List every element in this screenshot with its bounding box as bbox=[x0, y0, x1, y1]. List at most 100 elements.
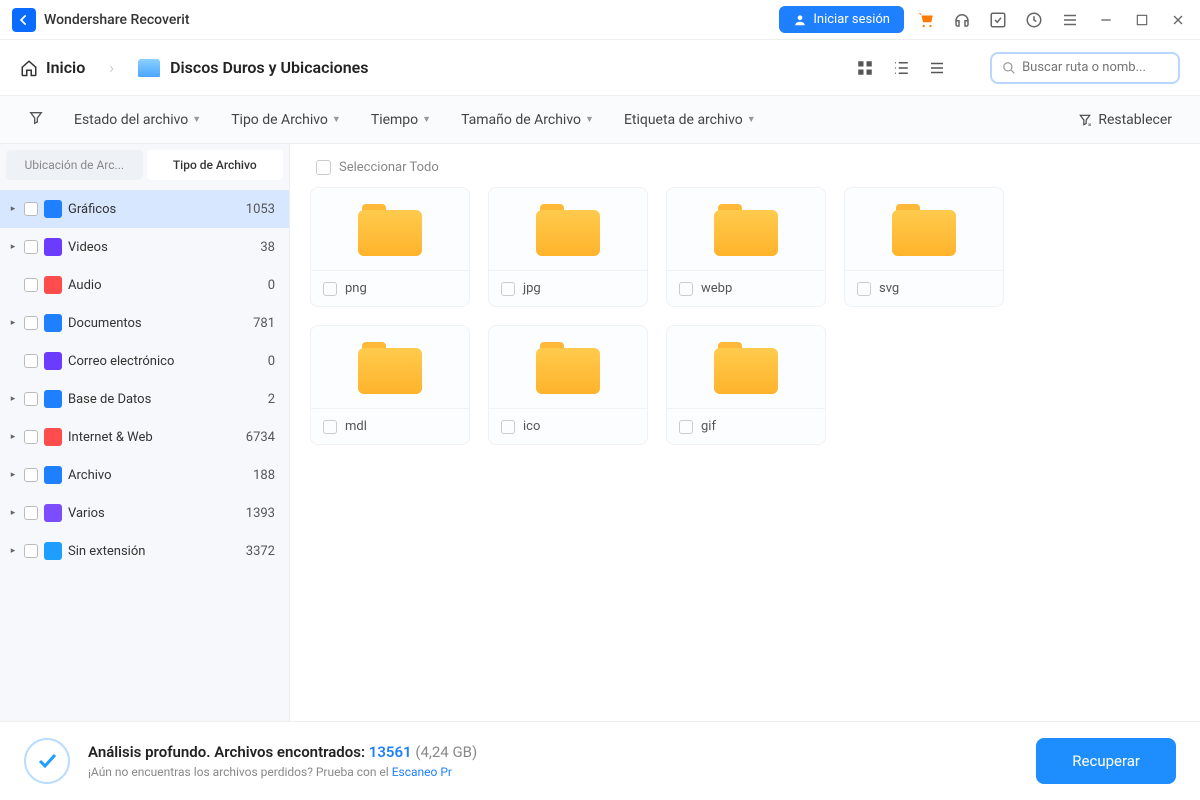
tab-location[interactable]: Ubicación de Arc... bbox=[6, 150, 143, 180]
category-icon bbox=[44, 390, 62, 408]
main: Ubicación de Arc... Tipo de Archivo ▸Grá… bbox=[0, 144, 1200, 721]
nav-divider-icon: › bbox=[109, 58, 114, 77]
folder-card[interactable]: svg bbox=[844, 187, 1004, 307]
category-item[interactable]: ▸Videos38 bbox=[0, 228, 289, 266]
checkbox-icon[interactable] bbox=[501, 282, 515, 296]
category-icon bbox=[44, 542, 62, 560]
chevron-down-icon: ▼ bbox=[422, 114, 431, 125]
checkbox-icon[interactable] bbox=[24, 354, 38, 368]
filter-type[interactable]: Tipo de Archivo▼ bbox=[231, 112, 341, 128]
search-box[interactable] bbox=[990, 52, 1180, 84]
category-icon bbox=[44, 466, 62, 484]
content-area: Seleccionar Todo png jpg webp svg mdl ico gif bbox=[290, 144, 1200, 721]
checkbox-icon[interactable] bbox=[24, 316, 38, 330]
folder-name: webp bbox=[701, 281, 732, 296]
category-item[interactable]: ▸Internet & Web6734 bbox=[0, 418, 289, 456]
category-label: Sin extensión bbox=[68, 544, 240, 559]
filter-time[interactable]: Tiempo▼ bbox=[371, 112, 431, 128]
checkbox-icon[interactable] bbox=[24, 240, 38, 254]
category-item[interactable]: ▸Base de Datos2 bbox=[0, 380, 289, 418]
folder-icon bbox=[892, 204, 956, 256]
deep-scan-link[interactable]: Escaneo Pr bbox=[392, 765, 452, 779]
folder-card[interactable]: png bbox=[310, 187, 470, 307]
nav-location: Discos Duros y Ubicaciones bbox=[138, 58, 368, 77]
recover-button[interactable]: Recuperar bbox=[1036, 738, 1176, 784]
cart-icon[interactable] bbox=[916, 10, 936, 30]
category-item[interactable]: ▸Varios1393 bbox=[0, 494, 289, 532]
maximize-icon[interactable] bbox=[1132, 10, 1152, 30]
folder-icon bbox=[358, 204, 422, 256]
nav-home[interactable]: Inicio bbox=[20, 58, 85, 77]
category-label: Gráficos bbox=[68, 202, 240, 217]
folder-name: ico bbox=[523, 419, 540, 434]
checkbox-icon[interactable] bbox=[501, 420, 515, 434]
checkbox-icon[interactable] bbox=[679, 282, 693, 296]
category-item[interactable]: Correo electrónico0 bbox=[0, 342, 289, 380]
checkbox-icon[interactable] bbox=[24, 468, 38, 482]
view-list-icon[interactable] bbox=[924, 55, 950, 81]
clock-icon[interactable] bbox=[1024, 10, 1044, 30]
category-label: Videos bbox=[68, 240, 254, 255]
view-detail-icon[interactable] bbox=[888, 55, 914, 81]
caret-icon: ▸ bbox=[8, 470, 18, 480]
category-label: Archivo bbox=[68, 468, 247, 483]
minimize-icon[interactable] bbox=[1096, 10, 1116, 30]
folder-card[interactable]: ico bbox=[488, 325, 648, 445]
checkbox-icon[interactable] bbox=[988, 10, 1008, 30]
folder-name: mdl bbox=[345, 419, 367, 434]
checkbox-icon[interactable] bbox=[24, 506, 38, 520]
checkbox-icon[interactable] bbox=[24, 544, 38, 558]
category-item[interactable]: ▸Documentos781 bbox=[0, 304, 289, 342]
tab-type[interactable]: Tipo de Archivo bbox=[147, 150, 284, 180]
filter-tag[interactable]: Etiqueta de archivo▼ bbox=[624, 112, 756, 128]
folder-card[interactable]: jpg bbox=[488, 187, 648, 307]
folder-card[interactable]: gif bbox=[666, 325, 826, 445]
menu-icon[interactable] bbox=[1060, 10, 1080, 30]
search-input[interactable] bbox=[1022, 60, 1168, 75]
close-icon[interactable] bbox=[1168, 10, 1188, 30]
checkbox-icon[interactable] bbox=[24, 430, 38, 444]
checkbox-icon[interactable] bbox=[24, 278, 38, 292]
checkbox-icon[interactable] bbox=[316, 160, 331, 175]
category-icon bbox=[44, 428, 62, 446]
category-count: 1393 bbox=[246, 506, 275, 521]
category-label: Internet & Web bbox=[68, 430, 240, 445]
category-label: Documentos bbox=[68, 316, 247, 331]
category-icon bbox=[44, 504, 62, 522]
reset-icon bbox=[1078, 113, 1092, 127]
checkbox-icon[interactable] bbox=[679, 420, 693, 434]
checkbox-icon[interactable] bbox=[323, 420, 337, 434]
select-all[interactable]: Seleccionar Todo bbox=[310, 156, 1180, 187]
folder-card[interactable]: webp bbox=[666, 187, 826, 307]
view-grid-icon[interactable] bbox=[852, 55, 878, 81]
category-count: 0 bbox=[268, 278, 275, 293]
folder-icon bbox=[536, 204, 600, 256]
category-item[interactable]: ▸Gráficos1053 bbox=[0, 190, 289, 228]
category-count: 3372 bbox=[246, 544, 275, 559]
chevron-down-icon: ▼ bbox=[747, 114, 756, 125]
category-label: Base de Datos bbox=[68, 392, 262, 407]
folder-name: svg bbox=[879, 281, 899, 296]
login-button[interactable]: Iniciar sesión bbox=[779, 6, 904, 33]
category-count: 2 bbox=[268, 392, 275, 407]
view-toggle bbox=[852, 55, 950, 81]
category-item[interactable]: ▸Sin extensión3372 bbox=[0, 532, 289, 570]
filter-size[interactable]: Tamaño de Archivo▼ bbox=[461, 112, 594, 128]
category-count: 0 bbox=[268, 354, 275, 369]
checkbox-icon[interactable] bbox=[24, 202, 38, 216]
folder-icon bbox=[714, 342, 778, 394]
folder-name: jpg bbox=[523, 281, 541, 296]
checkbox-icon[interactable] bbox=[24, 392, 38, 406]
reset-button[interactable]: Restablecer bbox=[1078, 112, 1172, 128]
chevron-down-icon: ▼ bbox=[585, 114, 594, 125]
checkbox-icon[interactable] bbox=[857, 282, 871, 296]
category-count: 188 bbox=[253, 468, 275, 483]
filter-status[interactable]: Estado del archivo▼ bbox=[74, 112, 201, 128]
folder-card[interactable]: mdl bbox=[310, 325, 470, 445]
category-item[interactable]: ▸ Archivo 188 bbox=[0, 456, 289, 494]
checkbox-icon[interactable] bbox=[323, 282, 337, 296]
filter-icon[interactable] bbox=[28, 110, 44, 130]
category-item[interactable]: Audio0 bbox=[0, 266, 289, 304]
headset-icon[interactable] bbox=[952, 10, 972, 30]
footer: Análisis profundo. Archivos encontrados:… bbox=[0, 721, 1200, 800]
